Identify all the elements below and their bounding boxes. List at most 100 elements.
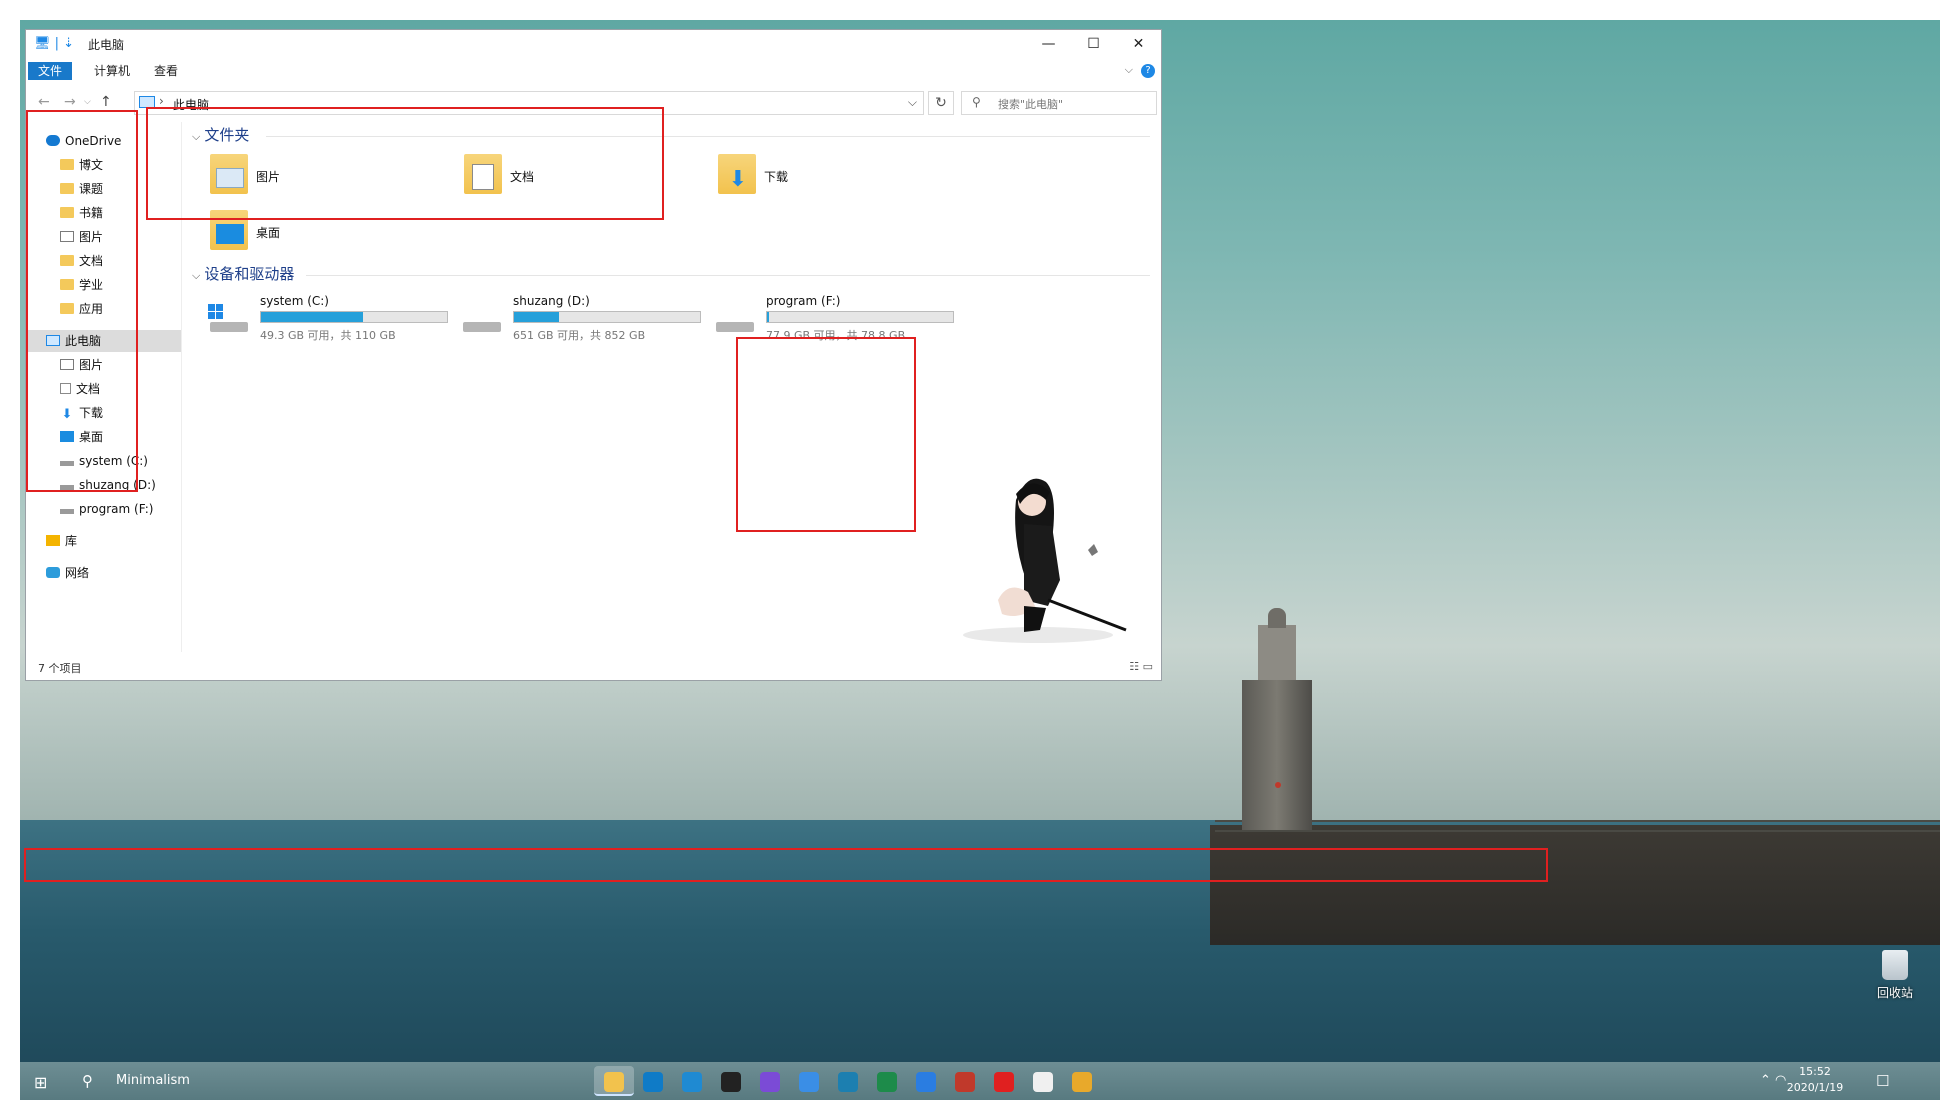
- taskbar-app-edge[interactable]: [633, 1066, 673, 1096]
- file-explorer-icon: [604, 1071, 624, 1092]
- drive-icon: [60, 509, 74, 514]
- sidebar-item-label: 网络: [65, 566, 90, 580]
- taskbar-app-app-bird[interactable]: [789, 1066, 829, 1096]
- window-title: 此电脑: [88, 38, 125, 52]
- forward-arrow-icon[interactable]: →: [64, 94, 76, 110]
- drives-section-header[interactable]: ⌵ 设备和驱动器: [192, 263, 294, 284]
- clock-date: 2020/1/19: [1786, 1081, 1844, 1094]
- app-multicolor-icon: [1072, 1071, 1092, 1092]
- drive-icon: [461, 304, 501, 332]
- close-button[interactable]: ✕: [1116, 30, 1161, 58]
- recycle-bin-label: 回收站: [1876, 986, 1913, 1000]
- back-arrow-icon[interactable]: ←: [38, 94, 50, 110]
- search-input[interactable]: ⚲ 搜索"此电脑": [961, 91, 1157, 115]
- title-bar[interactable]: 🖥 | ⇣ 此电脑 — ☐ ✕: [26, 30, 1161, 58]
- taskbar-app-app-red[interactable]: [945, 1066, 985, 1096]
- edge-icon: [643, 1071, 663, 1092]
- notification-center-icon[interactable]: ☐: [1876, 1072, 1889, 1090]
- typora-icon: [1033, 1071, 1053, 1092]
- app-s-icon: [838, 1071, 858, 1092]
- taskbar-app-todo[interactable]: [906, 1066, 946, 1096]
- breadcrumb-chevron-icon[interactable]: ›: [159, 94, 164, 108]
- folder-label: 下载: [764, 170, 789, 184]
- pier-rail: [1215, 820, 1940, 832]
- taskbar-app-app-multicolor[interactable]: [1062, 1066, 1102, 1096]
- taskbar-app-qq[interactable]: [711, 1066, 751, 1096]
- taskbar-app-typora[interactable]: [1023, 1066, 1063, 1096]
- sidebar-item-label: program (F:): [79, 502, 154, 516]
- status-bar: 7 个项目 ☷ ▭: [26, 652, 1161, 680]
- recent-chevron-icon[interactable]: ⌵: [84, 97, 91, 107]
- drive-name: program (F:): [766, 294, 841, 308]
- drive-size: 49.3 GB 可用，共 110 GB: [260, 329, 396, 342]
- section-title: 设备和驱动器: [204, 265, 295, 283]
- up-arrow-icon[interactable]: ↑: [100, 94, 112, 110]
- maximize-button[interactable]: ☐: [1071, 30, 1116, 58]
- view-toggle[interactable]: ☷ ▭: [1129, 660, 1153, 673]
- windows-start-icon[interactable]: ⊞: [34, 1073, 47, 1092]
- taskbar-app-file-explorer[interactable]: [594, 1066, 634, 1096]
- folder-downloads[interactable]: ⬇ 下载: [718, 152, 958, 198]
- app-purple-icon: [760, 1071, 780, 1092]
- sidebar-item-drive-f[interactable]: program (F:): [60, 498, 153, 520]
- drive-usage-fill: [261, 312, 364, 322]
- sidebar-item-label: 库: [65, 534, 78, 548]
- app-bird-icon: [799, 1071, 819, 1092]
- taskbar-app-vscode[interactable]: [672, 1066, 712, 1096]
- tab-file[interactable]: 文件: [28, 62, 73, 80]
- lighthouse-lantern: [1258, 625, 1296, 680]
- taskbar-app-app-purple[interactable]: [750, 1066, 790, 1096]
- taskbar-app-netease-music[interactable]: [984, 1066, 1024, 1096]
- highlight-box-preview: [736, 337, 916, 532]
- windows-drive-icon: [208, 304, 248, 332]
- ribbon-tabs: 文件 计算机 查看 ⌵?: [26, 60, 1161, 82]
- lighthouse-light: [1275, 782, 1281, 788]
- drive-icon: [714, 304, 754, 332]
- search-icon[interactable]: ⚲: [82, 1072, 93, 1090]
- drive-usage-fill: [514, 312, 559, 322]
- clock[interactable]: 15:52 2020/1/19: [1780, 1064, 1850, 1096]
- chevron-down-icon[interactable]: ⌵: [1125, 63, 1133, 76]
- chevron-down-icon: ⌵: [192, 269, 201, 282]
- highlight-box-taskbar: [24, 848, 1548, 882]
- drive-usage-bar: [260, 311, 448, 323]
- drive-size: 651 GB 可用，共 852 GB: [513, 329, 646, 342]
- refresh-button[interactable]: ↻: [928, 91, 954, 115]
- highlight-box-folders: [146, 107, 664, 220]
- minimize-button[interactable]: —: [1026, 30, 1071, 58]
- screen: 🖥 | ⇣ 此电脑 — ☐ ✕ 文件 计算机 查看 ⌵? ← → ⌵ ↑ › 此…: [20, 20, 1940, 1100]
- network-icon: [46, 567, 60, 578]
- drive-name: shuzang (D:): [513, 294, 590, 308]
- lighthouse-tower: [1242, 680, 1312, 830]
- details-view-icon[interactable]: ☷: [1129, 660, 1139, 673]
- ribbon-controls: ⌵?: [1125, 63, 1155, 78]
- large-icons-view-icon[interactable]: ▭: [1143, 660, 1153, 673]
- lighthouse-cap: [1268, 608, 1286, 628]
- tab-view[interactable]: 查看: [144, 62, 188, 80]
- sidebar-item-library[interactable]: 库: [46, 530, 77, 552]
- drive-c[interactable]: system (C:) 49.3 GB 可用，共 110 GB: [208, 294, 448, 344]
- search-placeholder: 搜索"此电脑": [998, 98, 1064, 111]
- folder-label: 桌面: [256, 226, 281, 240]
- recycle-bin-shortcut[interactable]: 回收站: [1860, 950, 1930, 1001]
- clock-time: 15:52: [1799, 1065, 1831, 1078]
- todo-icon: [916, 1071, 936, 1092]
- vscode-icon: [682, 1071, 702, 1092]
- chevron-down-icon[interactable]: ⌵: [908, 95, 917, 110]
- app-red-icon: [955, 1071, 975, 1092]
- computer-icon: 🖥 | ⇣: [34, 36, 75, 51]
- anime-girl-illustration: [963, 478, 1127, 643]
- sidebar-item-network[interactable]: 网络: [46, 562, 89, 584]
- item-count: 7 个项目: [38, 662, 82, 675]
- tab-computer[interactable]: 计算机: [84, 62, 140, 80]
- app-u-icon: [877, 1071, 897, 1092]
- drive-usage-bar: [766, 311, 954, 323]
- drive-name: system (C:): [260, 294, 329, 308]
- taskbar-app-app-u[interactable]: [867, 1066, 907, 1096]
- help-icon[interactable]: ?: [1141, 64, 1155, 78]
- taskbar-app-app-s[interactable]: [828, 1066, 868, 1096]
- taskbar-search-box[interactable]: Minimalism: [116, 1073, 190, 1088]
- drive-d[interactable]: shuzang (D:) 651 GB 可用，共 852 GB: [461, 294, 701, 344]
- drive-usage-fill: [767, 312, 769, 322]
- taskbar: ⊞ ⚲ Minimalism ⌃ ◠ 15:52 2020/1/19 ☐: [20, 1062, 1940, 1100]
